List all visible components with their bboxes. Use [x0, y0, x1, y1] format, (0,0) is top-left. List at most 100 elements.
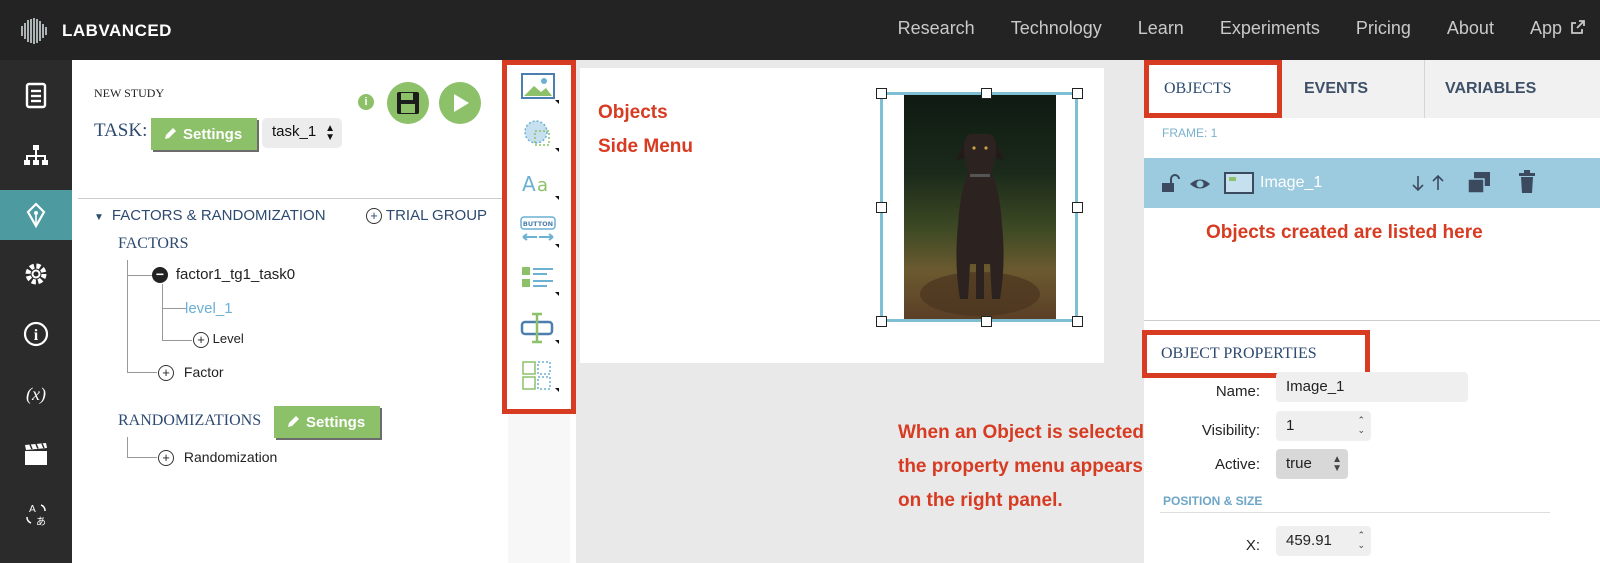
task-settings-button[interactable]: Settings	[151, 118, 257, 150]
text-icon: Aa	[522, 172, 559, 200]
tab-objects[interactable]: OBJECTS	[1144, 60, 1282, 118]
tree-line	[162, 308, 186, 309]
object-name: Image_1	[1260, 174, 1323, 191]
image-icon	[521, 73, 559, 104]
select-arrows-icon: ▲ ▼	[325, 123, 335, 143]
randomizations-heading: RANDOMIZATIONS	[118, 412, 262, 429]
level-item[interactable]: level_1	[185, 300, 233, 317]
svg-text:i: i	[34, 327, 39, 344]
resize-handle[interactable]	[876, 202, 887, 213]
sidebar-item-structure[interactable]	[0, 130, 72, 180]
trash-icon[interactable]	[1517, 170, 1537, 194]
sidebar-item-media[interactable]	[0, 429, 72, 479]
resize-handle[interactable]	[1072, 202, 1083, 213]
resize-handle[interactable]	[1072, 316, 1083, 327]
add-factor-label: Factor	[183, 364, 224, 380]
x-input[interactable]: 459.91 ⌃ ⌄	[1276, 526, 1371, 556]
factor-item[interactable]: − factor1_tg1_task0	[152, 266, 295, 284]
tree-line	[127, 260, 128, 372]
resize-handle[interactable]	[1072, 88, 1083, 99]
tree-line	[162, 284, 163, 340]
tab-variables[interactable]: VARIABLES	[1445, 60, 1595, 118]
sidebar-item-settings[interactable]	[0, 249, 72, 299]
list-icon	[522, 267, 559, 296]
sidebar-item-editor[interactable]	[0, 190, 72, 240]
remove-factor-icon[interactable]: −	[152, 267, 168, 284]
save-button[interactable]	[387, 82, 429, 124]
add-grid-object[interactable]	[508, 352, 570, 400]
section-divider	[78, 198, 502, 199]
nav-learn[interactable]: Learn	[1138, 18, 1184, 39]
stepper-arrows-icon[interactable]: ⌃ ⌄	[1357, 530, 1365, 550]
factors-heading: FACTORS	[118, 235, 189, 252]
nav-technology[interactable]: Technology	[1011, 18, 1102, 39]
add-trial-group-button[interactable]: + TRIAL GROUP	[366, 207, 487, 225]
tab-events[interactable]: EVENTS	[1304, 60, 1422, 118]
add-text-object[interactable]: Aa	[508, 160, 570, 208]
nav-app[interactable]: App	[1530, 18, 1586, 39]
button-icon: BUTTON	[520, 216, 559, 248]
selection-box[interactable]	[880, 92, 1078, 322]
stepper-arrows-icon[interactable]: ⌃ ⌄	[1357, 415, 1365, 435]
annotation-line: the property menu appears	[898, 456, 1143, 477]
property-menu-annotation: When an Object is selected, the property…	[898, 416, 1149, 518]
unlock-icon[interactable]	[1160, 174, 1180, 194]
shape-icon	[524, 120, 559, 152]
pencil-icon	[165, 128, 176, 139]
translate-icon: Aあ	[26, 504, 46, 528]
add-icon: +	[158, 450, 174, 467]
active-select[interactable]: true ▲ ▼	[1276, 449, 1348, 479]
svg-text:(x): (x)	[26, 384, 46, 405]
add-randomization-label: Randomization	[183, 449, 278, 465]
sidebar-item-study-overview[interactable]	[0, 70, 72, 120]
add-shape-object[interactable]	[508, 112, 570, 160]
svg-text:BUTTON: BUTTON	[523, 220, 553, 228]
study-title: NEW STUDY	[94, 86, 165, 100]
factors-randomization-toggle[interactable]: ▼ FACTORS & RANDOMIZATION	[94, 207, 326, 224]
info-icon[interactable]: i	[358, 94, 374, 110]
task-select[interactable]: task_1 ▲ ▼	[262, 118, 342, 148]
add-input-object[interactable]	[508, 304, 570, 352]
visibility-input[interactable]: 1 ⌃ ⌄	[1276, 411, 1371, 441]
resize-handle[interactable]	[876, 316, 887, 327]
duplicate-icon[interactable]	[1466, 171, 1492, 195]
panel-separator	[1144, 320, 1600, 321]
svg-text:あ: あ	[36, 516, 46, 528]
add-image-object[interactable]	[508, 64, 570, 112]
pencil-icon	[288, 416, 299, 427]
randomization-settings-button[interactable]: Settings	[274, 406, 380, 438]
add-randomization-button[interactable]: + Randomization	[158, 449, 278, 467]
randomization-settings-label: Settings	[306, 413, 366, 431]
clipboard-list-icon	[25, 82, 47, 109]
info-circle-icon: i	[23, 321, 49, 347]
eye-icon[interactable]	[1189, 175, 1211, 193]
sidebar-item-variables[interactable]: (x)	[0, 369, 72, 419]
resize-handle[interactable]	[981, 316, 992, 327]
nav-app-label: App	[1529, 18, 1562, 38]
add-factor-button[interactable]: + Factor	[158, 364, 224, 382]
resize-handle[interactable]	[981, 88, 992, 99]
nav-about[interactable]: About	[1447, 18, 1494, 39]
section-divider	[1160, 512, 1550, 513]
visibility-label: Visibility:	[1201, 422, 1260, 439]
task-panel: NEW STUDY TASK: Settings task_1 ▲ ▼ i ▼ FA…	[72, 60, 502, 563]
sidebar-item-info[interactable]: i	[0, 309, 72, 359]
nav-pricing[interactable]: Pricing	[1356, 18, 1411, 39]
nav-research[interactable]: Research	[898, 18, 975, 39]
sidebar-item-translation[interactable]: Aあ	[0, 489, 72, 539]
svg-text:A: A	[29, 504, 36, 515]
tree-line	[127, 457, 157, 458]
name-input[interactable]: Image_1	[1276, 372, 1468, 402]
brand-logo[interactable]: LABVANCED	[18, 16, 172, 46]
add-list-object[interactable]	[508, 256, 570, 304]
run-button[interactable]	[439, 82, 481, 124]
task-select-value: task_1	[272, 123, 317, 140]
labvanced-logo-icon	[21, 18, 47, 44]
add-button-object[interactable]: BUTTON	[508, 208, 570, 256]
tab-divider	[1424, 60, 1425, 118]
add-level-button[interactable]: + Level	[193, 331, 244, 348]
nav-experiments[interactable]: Experiments	[1220, 18, 1320, 39]
reorder-arrows-icon[interactable]	[1410, 174, 1446, 192]
resize-handle[interactable]	[876, 88, 887, 99]
annotation-line: Objects	[598, 102, 668, 123]
